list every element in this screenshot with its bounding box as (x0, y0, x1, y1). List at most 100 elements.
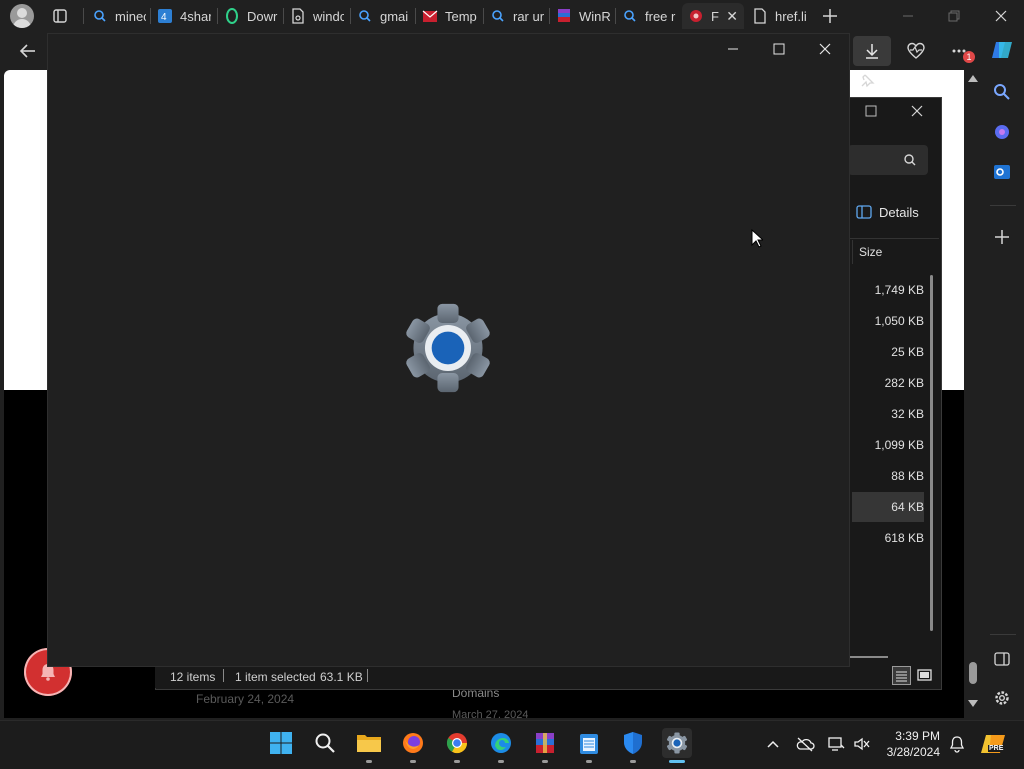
notepad-taskbar-icon[interactable] (574, 728, 604, 758)
copilot-pre-badge: PRE (988, 745, 1005, 752)
status-selected: 1 item selected (235, 670, 316, 684)
tab-separator (350, 8, 351, 24)
file-size-cell[interactable]: 1,050 KB (852, 306, 924, 336)
sidebar-add-icon[interactable] (993, 228, 1011, 246)
tab-winrar[interactable]: WinR (556, 4, 612, 28)
sidebar-divider (990, 205, 1016, 206)
outlook-icon[interactable] (992, 162, 1012, 182)
details-label: Details (879, 204, 919, 220)
file-size-cell[interactable]: 618 KB (852, 523, 924, 553)
tab-label: minec (115, 8, 146, 24)
sidebar-toggle-icon[interactable] (993, 650, 1011, 668)
tab-label: WinR (579, 8, 611, 24)
settings-taskbar-icon[interactable] (662, 728, 692, 758)
explorer-search-icon[interactable] (903, 153, 917, 167)
sidebar-search-icon[interactable] (992, 82, 1012, 102)
notification-badge: 1 (963, 51, 975, 63)
opera-icon (224, 8, 240, 24)
search-icon (315, 733, 335, 753)
explorer-horizontal-scrollbar[interactable] (848, 656, 888, 658)
notifications-bell-icon[interactable] (948, 735, 966, 753)
chrome-taskbar-icon[interactable] (442, 728, 472, 758)
tiles-view-button[interactable] (915, 666, 934, 685)
scroll-up-arrow[interactable] (968, 75, 978, 82)
tab-windows[interactable]: windc (290, 4, 344, 28)
tiles-view-icon (917, 669, 932, 681)
tab-label: rar ur (513, 8, 545, 24)
scroll-down-arrow[interactable] (968, 700, 978, 707)
file-size-cell[interactable]: 88 KB (852, 461, 924, 491)
more-options-button[interactable]: 1 (950, 41, 975, 63)
tab-minec[interactable]: minec (92, 4, 146, 28)
volume-muted-icon[interactable] (853, 736, 871, 752)
browser-restore-button[interactable] (946, 8, 962, 24)
profile-avatar[interactable] (10, 4, 34, 28)
running-indicator (410, 760, 416, 763)
explorer-vertical-scrollbar[interactable] (930, 275, 933, 631)
sidebar-settings-icon[interactable] (993, 689, 1011, 707)
page-icon (752, 8, 768, 24)
browser-essentials-icon[interactable] (906, 41, 926, 61)
tab-actions-icon[interactable] (52, 8, 68, 24)
new-tab-button[interactable] (820, 6, 840, 26)
tab-temp-mail[interactable]: Temp (422, 4, 478, 28)
tab-gmail[interactable]: gmai (357, 4, 411, 28)
taskbar-search-button[interactable] (310, 728, 340, 758)
settings-splash-gear-icon (399, 300, 497, 396)
folder-icon (357, 735, 381, 752)
tab-href[interactable]: href.li (752, 4, 812, 28)
browser-close-button[interactable] (993, 8, 1009, 24)
shield-icon (624, 732, 642, 754)
tab-rar[interactable]: rar ur (490, 4, 546, 28)
tab-active[interactable]: F ✕ (682, 3, 744, 29)
settings-close-button[interactable] (817, 41, 833, 57)
copilot-icon[interactable] (990, 38, 1014, 62)
back-button[interactable] (18, 41, 38, 61)
explorer-close-button[interactable] (910, 104, 924, 118)
page-scrollbar[interactable] (965, 70, 981, 718)
onedrive-offline-icon[interactable] (795, 736, 815, 752)
windows-logo-icon (270, 732, 292, 754)
defender-taskbar-icon[interactable] (618, 728, 648, 758)
clock-time[interactable]: 3:39 PM (878, 729, 940, 743)
settings-maximize-button[interactable] (771, 41, 787, 57)
downloads-button[interactable] (853, 36, 891, 66)
firefox-taskbar-icon[interactable] (398, 728, 428, 758)
file-size-cell[interactable]: 282 KB (852, 368, 924, 398)
tab-download[interactable]: Dowr (224, 4, 278, 28)
explorer-pin-icon[interactable] (858, 72, 876, 90)
file-explorer-taskbar-icon[interactable] (354, 728, 384, 758)
firefox-icon (403, 733, 423, 753)
file-size-cell[interactable]: 64 KB (852, 492, 924, 522)
browser-minimize-button[interactable] (900, 8, 916, 24)
explorer-maximize-button[interactable] (864, 104, 878, 118)
tab-close-icon[interactable]: ✕ (726, 8, 738, 25)
settings-minimize-button[interactable] (725, 41, 741, 57)
start-button[interactable] (266, 728, 296, 758)
running-indicator (630, 760, 636, 763)
tab-4shared[interactable]: 4 4shar (157, 4, 211, 28)
clock-date[interactable]: 3/28/2024 (878, 745, 940, 759)
file-size-cell[interactable]: 25 KB (852, 337, 924, 367)
edge-taskbar-icon[interactable] (486, 728, 516, 758)
notepad-icon (580, 734, 598, 754)
explorer-details-button[interactable]: Details (856, 202, 919, 222)
copilot-taskbar-icon[interactable]: PRE (980, 731, 1006, 757)
download-icon (866, 44, 878, 59)
size-column-header[interactable]: Size (852, 240, 941, 264)
status-item-count: 12 items (170, 670, 216, 684)
sidebar-copilot-icon[interactable] (992, 122, 1012, 142)
file-size-cell[interactable]: 1,099 KB (852, 430, 924, 460)
file-size-cell[interactable]: 32 KB (852, 399, 924, 429)
network-icon[interactable] (827, 735, 845, 753)
tab-free[interactable]: free r (622, 4, 676, 28)
search-icon (622, 8, 638, 24)
show-hidden-icons-button[interactable] (765, 736, 781, 752)
scroll-thumb[interactable] (969, 662, 977, 684)
tab-label: href.li (775, 8, 807, 24)
details-view-button[interactable] (892, 666, 911, 685)
tab-label: Temp (445, 8, 477, 24)
file-size-cell[interactable]: 1,749 KB (852, 275, 924, 305)
search-icon (357, 8, 373, 24)
winrar-taskbar-icon[interactable] (530, 728, 560, 758)
